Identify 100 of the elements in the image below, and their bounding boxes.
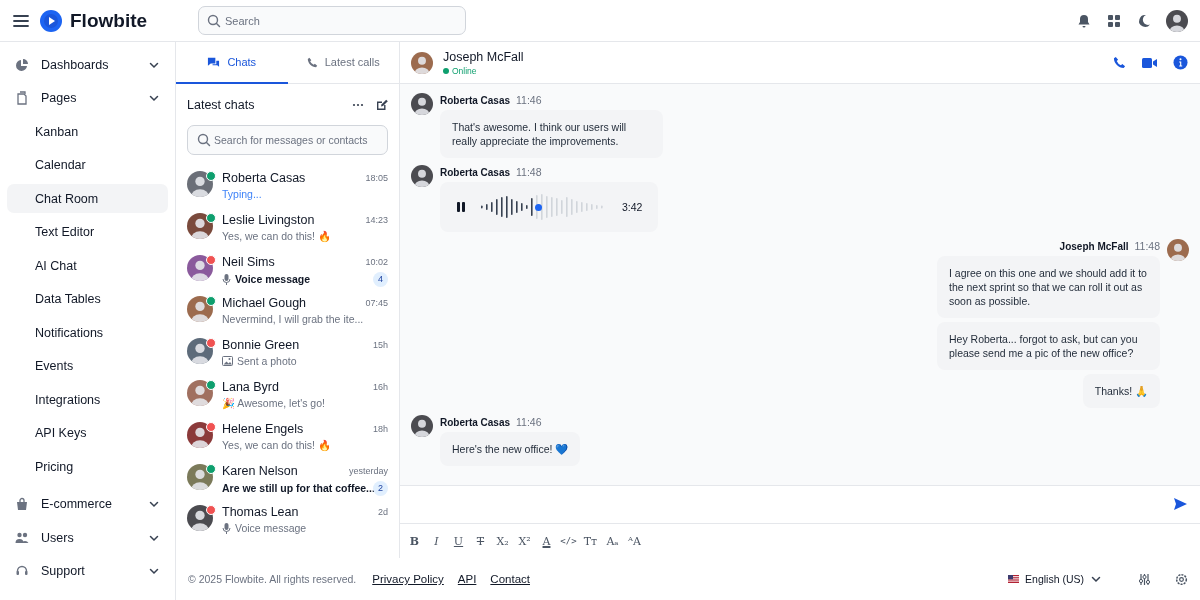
format-button[interactable]: T — [472, 531, 489, 551]
video-camera-icon[interactable] — [1142, 56, 1157, 69]
format-button[interactable]: X² — [516, 531, 533, 551]
message-time: 07:45 — [365, 298, 388, 309]
info-icon[interactable] — [1173, 55, 1188, 70]
footer-link[interactable]: Contact — [490, 573, 530, 585]
sender-name: Roberta Casas — [440, 167, 511, 178]
sliders-button[interactable] — [1138, 572, 1151, 586]
sidebar-item[interactable]: Notifications — [7, 318, 168, 347]
sidebar-item[interactable]: Chat Room — [7, 184, 168, 213]
status-text: Online — [452, 65, 477, 76]
contact-name[interactable]: Leslie Livingston — [222, 212, 315, 227]
sidebar-item[interactable]: Data Tables — [7, 284, 168, 314]
user-avatar[interactable] — [1166, 9, 1188, 32]
message-time: 16h — [372, 382, 388, 392]
tab[interactable]: Latest calls — [287, 42, 399, 84]
send-button[interactable] — [1174, 498, 1187, 510]
contact-name[interactable]: Lana Byrd — [222, 380, 279, 394]
edit-icon[interactable] — [376, 99, 388, 111]
copyright-text: © 2025 Flowbite. All rights reserved. — [188, 573, 357, 585]
sidebar-item[interactable]: Pages — [7, 83, 168, 113]
message-bubble: That's awesome. I think our users will really appreciate the improvements. — [440, 110, 663, 158]
playback-thumb[interactable] — [534, 204, 542, 211]
footer-link[interactable]: API — [457, 573, 477, 585]
sidebar-item[interactable]: Users — [7, 523, 168, 552]
sender-name: Joseph McFall — [1059, 241, 1129, 252]
message-time: 2d — [378, 507, 388, 518]
apps-grid-icon[interactable] — [1106, 12, 1122, 29]
chat-bubbles-icon — [207, 55, 221, 69]
message-preview: Yes, we can do this! 🔥 — [222, 229, 331, 243]
message-bubble: Here's the new office! 💙 — [440, 432, 581, 466]
contact-avatar — [187, 505, 213, 532]
format-button[interactable]: Tт — [582, 531, 599, 551]
contact-name[interactable]: Bonnie Green — [222, 338, 300, 353]
contact-avatar — [187, 338, 213, 365]
message-time: 11:48 — [1134, 240, 1160, 252]
moon-icon[interactable] — [1136, 12, 1152, 29]
message-time: 18h — [372, 423, 388, 434]
contact-name[interactable]: Karen Nelson — [222, 463, 298, 478]
microphone-icon — [222, 273, 231, 285]
format-button[interactable]: </> — [560, 531, 577, 551]
flag-icon — [1008, 575, 1020, 583]
message-input-field[interactable] — [400, 485, 1200, 524]
format-button[interactable]: X₂ — [494, 531, 511, 551]
message-time: 15h — [372, 340, 388, 351]
format-button[interactable]: Aₐ — [604, 531, 621, 551]
format-button[interactable]: A — [538, 531, 555, 551]
settings-button[interactable] — [1175, 572, 1188, 586]
message-time: 11:48 — [516, 166, 542, 178]
users-icon — [15, 530, 29, 545]
contact-avatar — [187, 212, 213, 239]
contact-name[interactable]: Helene Engels — [222, 421, 304, 436]
duration-text: 3:42 — [622, 201, 643, 213]
sidebar-item[interactable]: Text Editor — [7, 217, 168, 247]
sidebar-item[interactable]: Calendar — [7, 150, 168, 180]
pie-chart-icon — [15, 57, 29, 72]
headset-icon — [15, 564, 29, 578]
contact-avatar — [187, 254, 213, 281]
unread-count-badge: 2 — [373, 480, 388, 496]
contact-name[interactable]: Michael Gough — [222, 296, 307, 311]
sender-name: Roberta Casas — [440, 95, 511, 106]
sidebar-item[interactable]: API Keys — [7, 418, 168, 448]
send-icon — [1174, 498, 1187, 510]
format-button[interactable]: B — [406, 531, 423, 551]
tab[interactable]: Chats — [176, 42, 288, 84]
sidebar-item[interactable]: Pricing — [7, 452, 168, 481]
footer-link[interactable]: Privacy Policy — [372, 573, 444, 585]
message-time: 10:02 — [365, 256, 388, 267]
contact-name[interactable]: Neil Sims — [222, 254, 275, 269]
sidebar-item[interactable]: AI Chat — [7, 251, 168, 280]
sidebar-item[interactable]: Dashboards — [7, 50, 168, 79]
bell-icon[interactable] — [1076, 12, 1092, 29]
contact-avatar — [187, 463, 213, 490]
message-time: 18:05 — [365, 173, 388, 183]
image-icon — [222, 356, 233, 367]
search-field[interactable]: Search — [198, 6, 466, 35]
pause-icon[interactable] — [456, 201, 466, 213]
phone-icon[interactable] — [1113, 56, 1126, 69]
message-preview: Sent a photo — [237, 355, 297, 368]
sidebar-item[interactable]: E-commerce — [7, 489, 168, 519]
contact-name[interactable]: Roberta Casas — [222, 171, 306, 185]
language-selector[interactable]: English (US) — [1008, 573, 1102, 585]
contact-avatar — [411, 51, 433, 74]
sender-name: Roberta Casas — [440, 417, 511, 428]
message-preview: Voice message — [235, 522, 307, 535]
search-field[interactable]: Search for messages or contacts — [187, 125, 388, 155]
contact-name[interactable]: Thomas Lean — [222, 505, 299, 520]
microphone-icon — [222, 522, 231, 534]
format-button[interactable]: I — [428, 531, 445, 551]
sidebar-item[interactable]: Integrations — [7, 385, 168, 414]
format-button[interactable]: U — [450, 531, 467, 551]
unread-count-badge: 4 — [373, 271, 388, 287]
format-button[interactable]: ᴬA — [626, 531, 643, 551]
contact-avatar — [187, 380, 213, 406]
sidebar-item[interactable]: Kanban — [7, 117, 168, 146]
sidebar-item[interactable]: Events — [7, 351, 168, 381]
phone-icon — [306, 56, 318, 68]
sidebar-item[interactable]: Support — [7, 556, 168, 586]
brand-name: Flowbite — [70, 9, 148, 32]
message-preview: Nevermind, I will grab the ite... — [222, 313, 364, 326]
